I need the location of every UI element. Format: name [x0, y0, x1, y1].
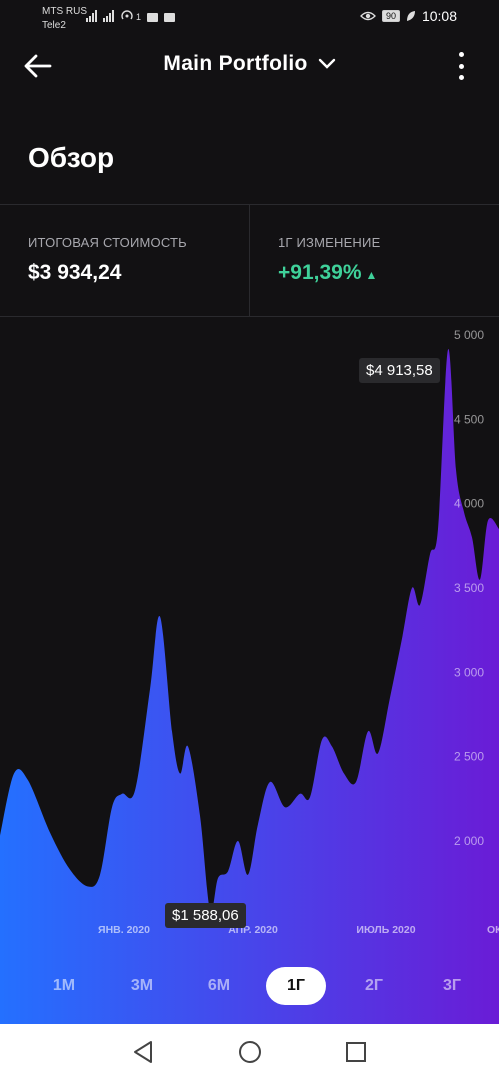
chart-area-series: [0, 349, 499, 946]
more-dot: [458, 75, 464, 80]
message-icon: [164, 13, 176, 22]
more-menu-button[interactable]: [450, 50, 472, 82]
notification-count: 1: [136, 12, 142, 22]
y-tick-label: 2 500: [454, 750, 484, 764]
timeframe-3y-button[interactable]: 3Г: [422, 967, 482, 1005]
carrier-label-2: Tele2: [42, 20, 66, 31]
x-tick-label: ИЮЛЬ 2020: [356, 924, 415, 936]
more-dot: [458, 52, 464, 57]
min-value-tooltip: $1 588,06: [165, 903, 246, 928]
page-title: Обзор: [28, 142, 115, 173]
nav-recents-button[interactable]: [342, 1038, 370, 1066]
circle-home-icon: [239, 1041, 261, 1063]
x-tick-label: ОКТ. 2020: [487, 924, 499, 936]
portfolio-title: Main Portfolio: [163, 52, 308, 75]
mail-icon: [147, 13, 159, 22]
up-arrow-icon: ▲: [365, 268, 378, 282]
app-header: Main Portfolio: [0, 38, 499, 94]
signal-icon-2: [103, 10, 114, 22]
eye-icon: [360, 11, 376, 21]
portfolio-chart[interactable]: 5 000 4 500 4 000 3 500 3 000 2 500 2 000 ЯНВ.…: [0, 316, 499, 946]
leaf-icon: [406, 11, 415, 21]
max-value-tooltip: $4 913,58: [359, 358, 440, 383]
status-icons-left: 1: [86, 8, 176, 22]
timeframe-1m-button[interactable]: 1М: [34, 967, 94, 1005]
square-recents-icon: [346, 1042, 366, 1062]
triangle-back-icon: [134, 1041, 152, 1063]
timeframe-2y-button[interactable]: 2Г: [344, 967, 404, 1005]
y-tick-label: 5 000: [454, 328, 484, 342]
total-value: $3 934,24: [28, 261, 122, 284]
status-bar: MTS RUS Tele2 1 90 10:08: [0, 0, 499, 38]
hotspot-icon: [121, 10, 133, 20]
timeframe-1y-button[interactable]: 1Г: [266, 967, 326, 1005]
status-icons-right: 90 10:08: [360, 8, 457, 24]
total-value-label: ИТОГОВАЯ СТОИМОСТЬ: [28, 235, 187, 250]
chart-svg: 5 000 4 500 4 000 3 500 3 000 2 500 2 000 ЯНВ.…: [0, 328, 499, 946]
nav-home-button[interactable]: [236, 1038, 264, 1066]
nav-back-button[interactable]: [130, 1038, 158, 1066]
timeframe-bar: 1М 3М 6М 1Г 2Г 3Г: [0, 946, 499, 1024]
y-tick-label: 3 500: [454, 581, 484, 595]
stats-panel: ИТОГОВАЯ СТОИМОСТЬ $3 934,24 1Г ИЗМЕНЕНИ…: [0, 204, 499, 317]
x-tick-label: ЯНВ. 2020: [98, 924, 150, 936]
y-tick-label: 3 000: [454, 665, 484, 679]
change-value: +91,39%: [278, 261, 362, 284]
clock: 10:08: [421, 8, 457, 24]
change-value-wrap: +91,39% ▲: [278, 261, 377, 285]
portfolio-selector[interactable]: Main Portfolio: [0, 52, 499, 76]
more-dot: [458, 63, 464, 69]
timeframe-3m-button[interactable]: 3М: [112, 967, 172, 1005]
y-tick-label: 4 000: [454, 497, 484, 511]
chevron-down-icon: [318, 58, 335, 69]
y-tick-label: 4 500: [454, 412, 484, 426]
change-label: 1Г ИЗМЕНЕНИЕ: [278, 235, 381, 250]
carrier-label: MTS RUS: [42, 6, 87, 17]
signal-icon: [86, 10, 97, 22]
battery-icon: 90: [381, 10, 400, 22]
system-nav-bar: [0, 1024, 499, 1080]
stats-divider: [249, 205, 250, 316]
y-tick-label: 2 000: [454, 834, 484, 848]
timeframe-6m-button[interactable]: 6М: [189, 967, 249, 1005]
